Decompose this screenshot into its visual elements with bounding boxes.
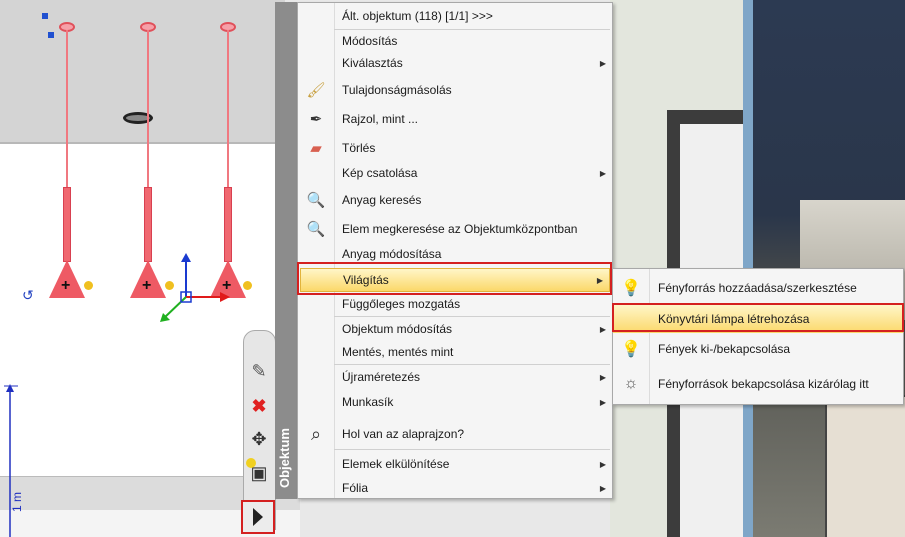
menu-item-label: Hol van az alaprajzon? bbox=[342, 427, 465, 441]
light-source-icon bbox=[84, 281, 93, 290]
menu-item-delete[interactable]: ▰ Törlés bbox=[298, 137, 612, 159]
pencil-icon[interactable]: ✎ bbox=[248, 360, 270, 382]
lamp-center-mark: + bbox=[61, 277, 71, 294]
magnifier-plus-icon: 🔍 bbox=[306, 221, 326, 238]
wall-edge bbox=[0, 142, 285, 144]
menu-item-modify[interactable]: Módosítás bbox=[298, 30, 612, 52]
menu-item-resize[interactable]: Újraméretezés ▶ bbox=[298, 366, 612, 388]
menu-item-label: Fényforrás hozzáadása/szerkesztése bbox=[658, 281, 857, 295]
submenu-arrow-icon: ▶ bbox=[599, 58, 606, 68]
floorplan-search-icon: ⌕ bbox=[310, 423, 322, 444]
menu-item-save[interactable]: Mentés, mentés mint bbox=[298, 341, 612, 363]
3d-viewport[interactable]: + + + ↺ 1 m ✎ ✖ ✥ ▣ Objektum Ált. objekt… bbox=[0, 0, 905, 537]
menu-item-label: Fényforrások bekapcsolása kizárólag itt bbox=[658, 377, 869, 391]
eraser-icon: ▰ bbox=[310, 140, 322, 157]
menu-item-select[interactable]: Kiválasztás ▶ bbox=[298, 52, 612, 74]
bulb-rays-icon: ☼ bbox=[623, 375, 639, 392]
menu-item-label: Mentés, mentés mint bbox=[342, 345, 454, 359]
menu-item-label: Fények ki-/bekapcsolása bbox=[658, 342, 791, 356]
menu-item-find-in-center[interactable]: 🔍 Elem megkeresése az Objektumközpontban bbox=[298, 218, 612, 240]
render-shelf bbox=[825, 395, 905, 537]
submenu-item-toggle-lights[interactable]: 💡 Fények ki-/bekapcsolása bbox=[613, 335, 903, 363]
magnifier-plus-icon: 🔍 bbox=[306, 192, 326, 209]
transform-gizmo[interactable] bbox=[150, 250, 240, 330]
dimension-label: 1 m bbox=[10, 491, 24, 512]
submenu-arrow-icon: ▶ bbox=[599, 372, 606, 382]
menu-strip-label: Objektum bbox=[277, 428, 292, 488]
menu-separator bbox=[334, 449, 610, 450]
lamp-cord bbox=[66, 30, 68, 188]
menu-item-label: Munkasík bbox=[342, 395, 394, 409]
menu-item-label: Elemek elkülönítése bbox=[342, 457, 450, 471]
submenu-arrow-icon: ▶ bbox=[599, 397, 606, 407]
menu-item-object-info[interactable]: Ált. objektum (118) [1/1] >>> bbox=[298, 5, 612, 27]
menu-item-layer[interactable]: Fólia ▶ bbox=[298, 477, 612, 499]
context-menu: Ált. objektum (118) [1/1] >>> Módosítás … bbox=[297, 2, 613, 499]
menu-item-label: Ált. objektum (118) [1/1] >>> bbox=[342, 9, 493, 23]
menu-item-label: Kép csatolása bbox=[342, 166, 418, 180]
submenu-item-lights-only-here[interactable]: ☼ Fényforrások bekapcsolása kizárólag it… bbox=[613, 370, 903, 398]
menu-item-vertical-move[interactable]: Függőleges mozgatás bbox=[298, 293, 612, 315]
bulb-cursor-icon: 💡 bbox=[621, 341, 641, 358]
menu-separator bbox=[334, 364, 610, 365]
submenu-arrow-icon: ▶ bbox=[599, 168, 606, 178]
menu-item-material-search[interactable]: 🔍 Anyag keresés bbox=[298, 189, 612, 211]
menu-item-label: Rajzol, mint ... bbox=[342, 112, 419, 126]
menu-item-workplane[interactable]: Munkasík ▶ bbox=[298, 391, 612, 413]
menu-item-label: Elem megkeresése az Objektumközpontban bbox=[342, 222, 578, 236]
light-edit-icon: 💡 bbox=[621, 280, 641, 297]
highlight-frame bbox=[297, 262, 612, 295]
submenu-arrow-icon: ▶ bbox=[599, 324, 606, 334]
menu-item-isolate[interactable]: Elemek elkülönítése ▶ bbox=[298, 453, 612, 475]
light-bulb-badge-icon bbox=[246, 458, 256, 468]
menu-item-label: Függőleges mozgatás bbox=[342, 297, 461, 311]
menu-item-draw-like[interactable]: ✒ Rajzol, mint ... bbox=[298, 108, 612, 130]
lamp-cord bbox=[147, 30, 149, 188]
menu-item-label: Tulajdonságmásolás bbox=[342, 83, 452, 97]
lamp-cord bbox=[227, 30, 229, 188]
menu-item-label: Anyag keresés bbox=[342, 193, 422, 207]
submenu-arrow-icon: ▶ bbox=[599, 459, 606, 469]
menu-item-label: Újraméretezés bbox=[342, 370, 421, 384]
rotate-handle-icon[interactable]: ↺ bbox=[22, 287, 34, 304]
toolbar-expand-button[interactable] bbox=[241, 500, 275, 534]
menu-item-attach-image[interactable]: Kép csatolása ▶ bbox=[298, 162, 612, 184]
dimension-axis bbox=[4, 384, 18, 537]
menu-item-label: Törlés bbox=[342, 141, 376, 155]
eyedropper-icon: ✒ bbox=[309, 111, 323, 128]
menu-item-where-on-floorplan[interactable]: ⌕ Hol van az alaprajzon? bbox=[298, 423, 612, 445]
play-arrow-icon bbox=[253, 508, 263, 526]
lamp-body bbox=[63, 187, 71, 262]
light-source-icon bbox=[243, 281, 252, 290]
highlight-frame bbox=[612, 303, 904, 332]
submenu-item-light-source-edit[interactable]: 💡 Fényforrás hozzáadása/szerkesztése bbox=[613, 274, 903, 302]
menu-item-label: Fólia bbox=[342, 481, 369, 495]
menu-item-label: Anyag módosítása bbox=[342, 247, 442, 261]
menu-item-label: Kiválasztás bbox=[342, 56, 403, 70]
delete-icon[interactable]: ✖ bbox=[248, 395, 270, 417]
lighting-submenu: 💡 Fényforrás hozzáadása/szerkesztése Kön… bbox=[612, 268, 904, 405]
submenu-arrow-icon: ▶ bbox=[599, 483, 606, 493]
menu-item-label: Objektum módosítás bbox=[342, 322, 453, 336]
selection-handle[interactable] bbox=[48, 32, 54, 38]
selection-handle[interactable] bbox=[42, 13, 48, 19]
menu-item-object-modify[interactable]: Objektum módosítás ▶ bbox=[298, 318, 612, 340]
menu-side-strip bbox=[275, 2, 297, 499]
move-icon[interactable]: ✥ bbox=[248, 428, 270, 450]
brush-icon: 🖌 bbox=[306, 82, 326, 99]
menu-separator bbox=[334, 316, 610, 317]
menu-item-copy-properties[interactable]: 🖌 Tulajdonságmásolás bbox=[298, 79, 612, 101]
menu-item-label: Módosítás bbox=[342, 34, 398, 48]
